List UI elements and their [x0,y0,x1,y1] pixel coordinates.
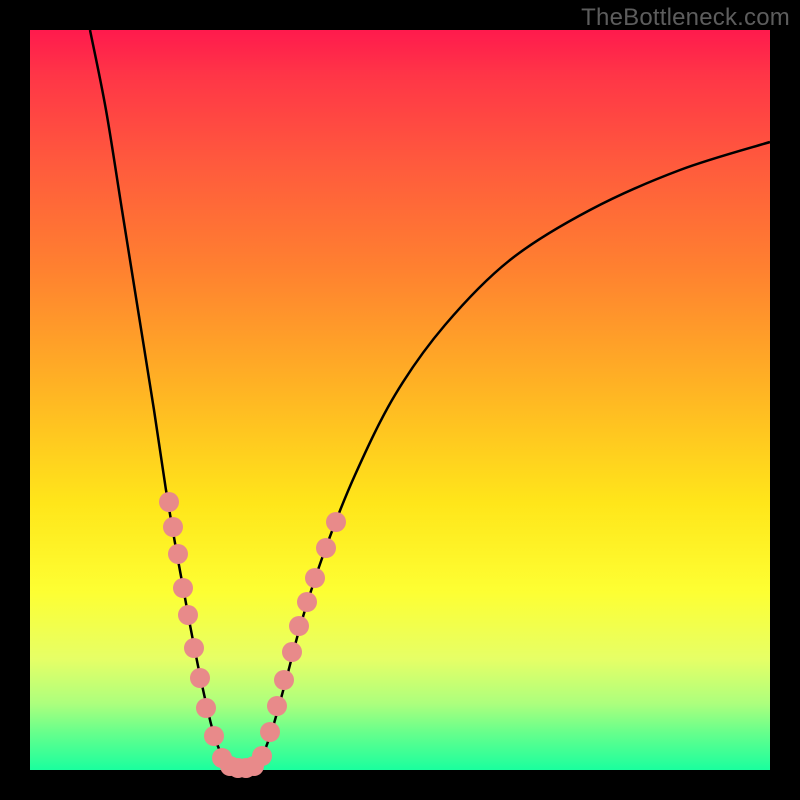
data-dot [159,492,179,512]
data-dot [297,592,317,612]
data-dot [252,746,272,766]
data-dot [260,722,280,742]
chart-frame: TheBottleneck.com [0,0,800,800]
data-dot [326,512,346,532]
watermark-text: TheBottleneck.com [581,4,790,32]
data-dot [274,670,294,690]
data-dot [190,668,210,688]
data-dot [289,616,309,636]
data-dot [267,696,287,716]
data-dot [204,726,224,746]
data-dot [305,568,325,588]
data-dot [316,538,336,558]
chart-plot-area [30,30,770,770]
data-dot [196,698,216,718]
data-dot [282,642,302,662]
data-dot [173,578,193,598]
data-dots-group [159,492,346,778]
chart-svg [30,30,770,770]
data-dot [184,638,204,658]
data-dot [168,544,188,564]
data-dot [178,605,198,625]
data-dot [163,517,183,537]
